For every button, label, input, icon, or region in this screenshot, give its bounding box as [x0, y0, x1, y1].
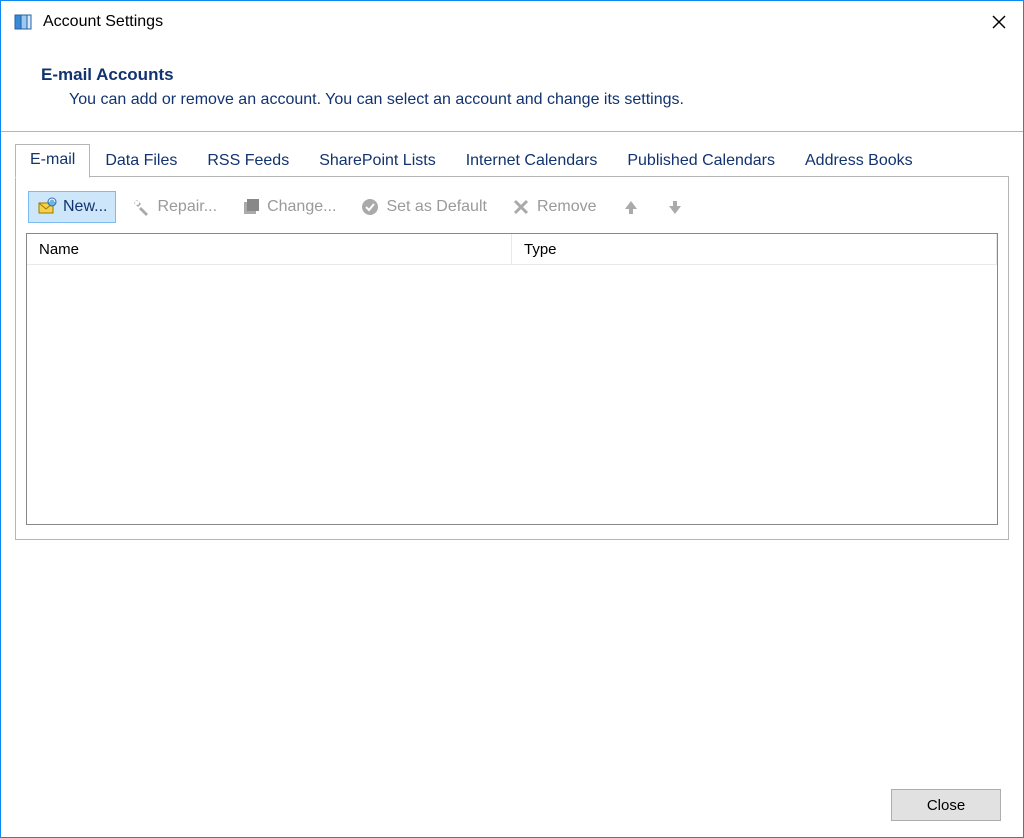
tab-label: Internet Calendars	[466, 152, 598, 169]
new-mail-icon	[37, 197, 57, 217]
check-circle-icon	[360, 197, 380, 217]
blank-area	[1, 555, 1023, 773]
tab-label: E-mail	[30, 151, 75, 168]
arrow-up-icon	[621, 197, 641, 217]
new-account-button[interactable]: New...	[28, 191, 116, 223]
remove-account-button[interactable]: Remove	[502, 191, 606, 223]
column-label: Name	[39, 241, 79, 258]
accounts-toolbar: New... Repair...	[26, 187, 998, 233]
tab-label: Data Files	[105, 152, 177, 169]
tab-container: E-mail Data Files RSS Feeds SharePoint L…	[1, 132, 1023, 773]
header: E-mail Accounts You can add or remove an…	[1, 43, 1023, 131]
tab-data-files[interactable]: Data Files	[90, 145, 192, 178]
list-header: Name Type	[27, 234, 997, 265]
account-settings-window: Account Settings E-mail Accounts You can…	[0, 0, 1024, 838]
tab-label: Address Books	[805, 152, 913, 169]
column-label: Type	[524, 241, 557, 258]
toolbar-label: New...	[63, 198, 107, 216]
tab-panel-email: New... Repair...	[15, 176, 1009, 540]
close-button[interactable]: Close	[891, 789, 1001, 821]
column-header-name[interactable]: Name	[27, 234, 512, 264]
window-close-button[interactable]	[975, 1, 1023, 43]
toolbar-label: Remove	[537, 198, 597, 216]
toolbar-label: Set as Default	[386, 198, 487, 216]
tab-sharepoint-lists[interactable]: SharePoint Lists	[304, 145, 451, 178]
titlebar: Account Settings	[1, 1, 1023, 43]
content-area: E-mail Data Files RSS Feeds SharePoint L…	[1, 131, 1023, 837]
change-icon	[241, 197, 261, 217]
button-label: Close	[927, 797, 965, 814]
tab-internet-calendars[interactable]: Internet Calendars	[451, 145, 613, 178]
tabstrip: E-mail Data Files RSS Feeds SharePoint L…	[1, 133, 1023, 177]
repair-account-button[interactable]: Repair...	[122, 191, 226, 223]
dialog-footer: Close	[1, 773, 1023, 837]
tab-published-calendars[interactable]: Published Calendars	[612, 145, 790, 178]
window-title: Account Settings	[43, 13, 163, 31]
column-header-type[interactable]: Type	[512, 234, 997, 264]
tab-email[interactable]: E-mail	[15, 144, 90, 178]
close-icon	[992, 15, 1006, 29]
tab-label: SharePoint Lists	[319, 152, 436, 169]
header-subtitle: You can add or remove an account. You ca…	[41, 91, 983, 109]
toolbar-label: Repair...	[157, 198, 217, 216]
tab-address-books[interactable]: Address Books	[790, 145, 928, 178]
app-icon	[13, 12, 33, 32]
tab-label: Published Calendars	[627, 152, 775, 169]
toolbar-label: Change...	[267, 198, 336, 216]
repair-icon	[131, 197, 151, 217]
header-title: E-mail Accounts	[41, 65, 983, 85]
remove-icon	[511, 197, 531, 217]
tab-label: RSS Feeds	[207, 152, 289, 169]
tab-rss-feeds[interactable]: RSS Feeds	[192, 145, 304, 178]
arrow-down-icon	[665, 197, 685, 217]
change-account-button[interactable]: Change...	[232, 191, 345, 223]
accounts-list[interactable]: Name Type	[26, 233, 998, 525]
set-default-button[interactable]: Set as Default	[351, 191, 496, 223]
move-up-button[interactable]	[612, 191, 650, 223]
move-down-button[interactable]	[656, 191, 694, 223]
